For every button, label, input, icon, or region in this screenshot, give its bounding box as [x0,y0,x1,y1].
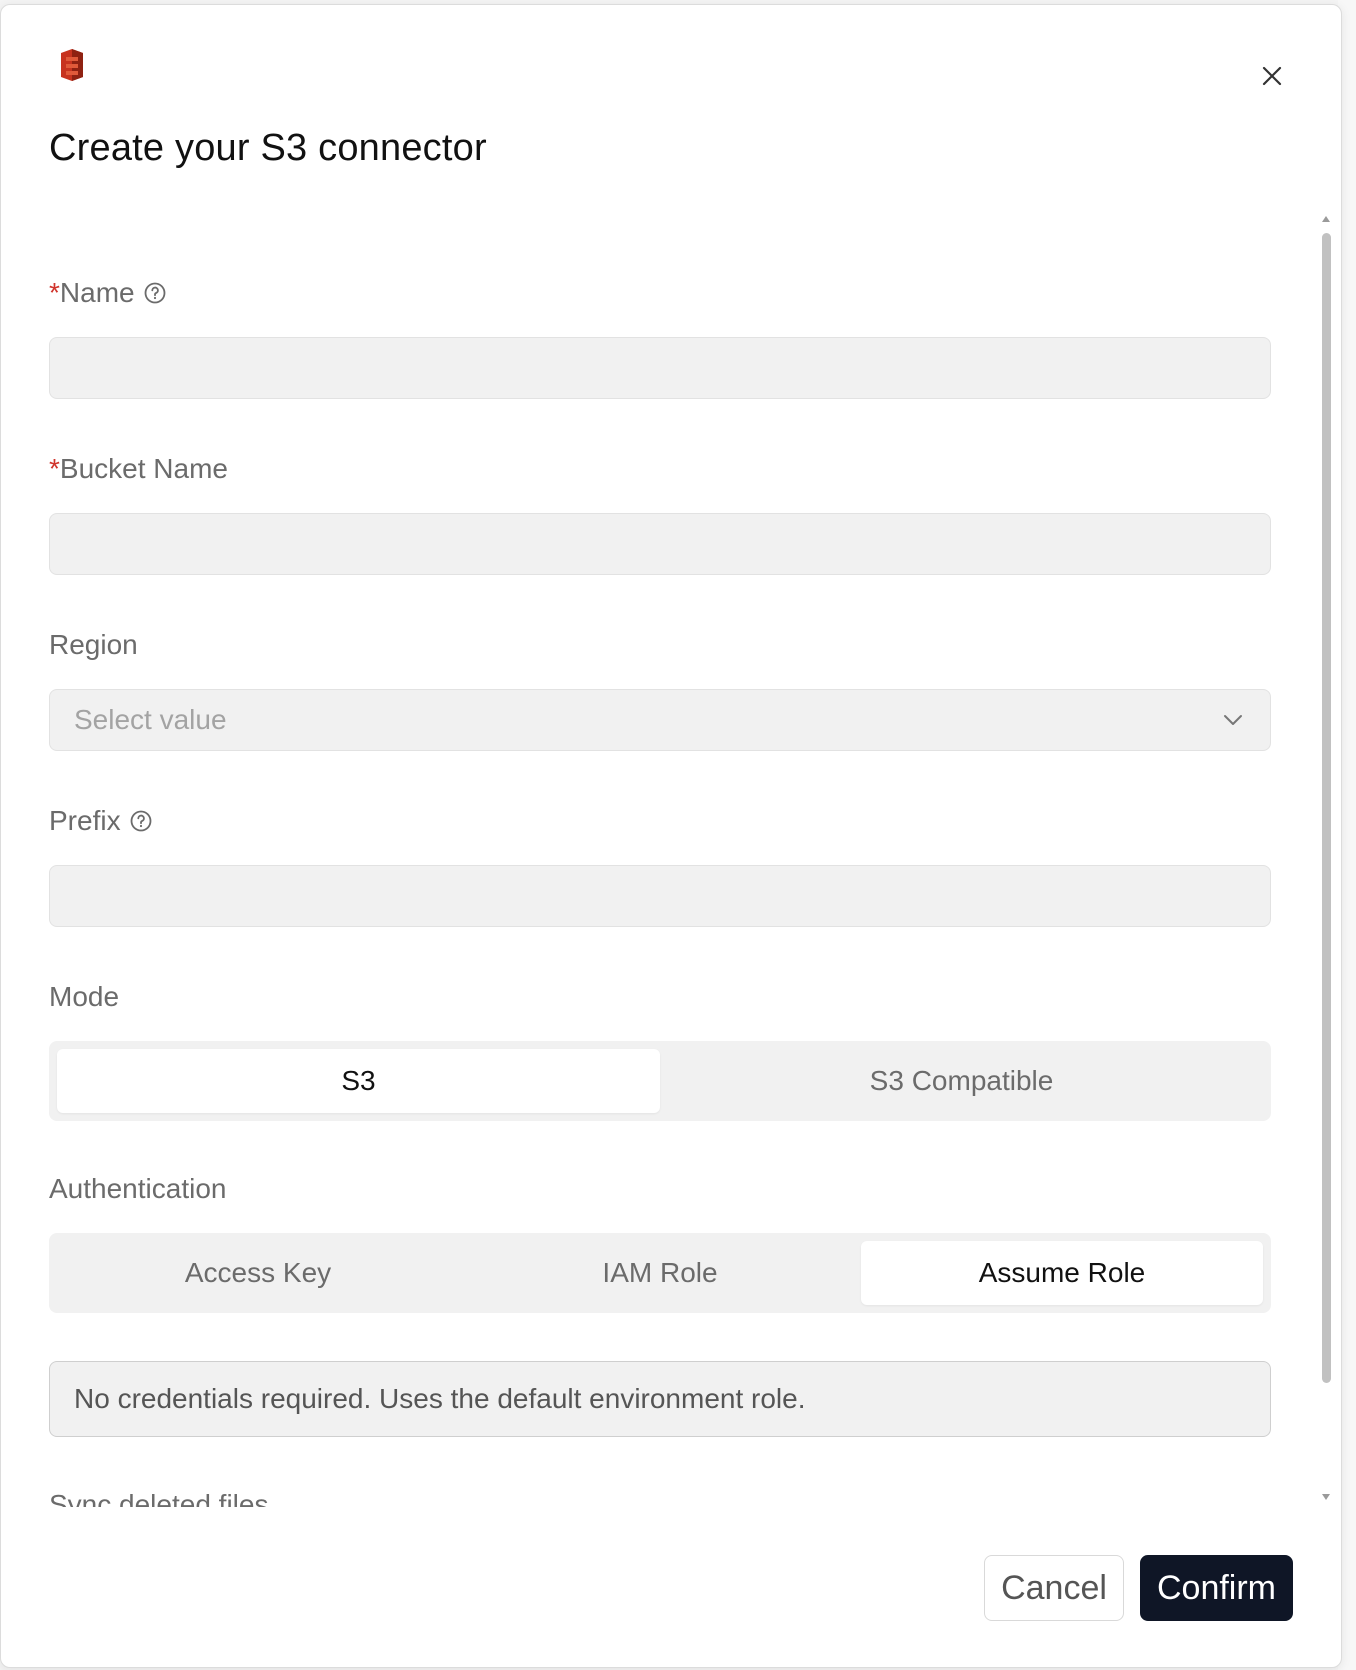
name-label: *Name [49,277,167,309]
chevron-down-icon [1224,715,1242,725]
prefix-label: Prefix [49,805,153,837]
cancel-button[interactable]: Cancel [984,1555,1124,1621]
region-select-placeholder: Select value [74,704,227,735]
scroll-down-arrow-icon[interactable] [1321,1493,1331,1501]
close-icon [1262,66,1282,86]
mode-label-text: Mode [49,981,120,1012]
auth-option-assume-role[interactable]: Assume Role [861,1241,1263,1305]
auth-option-access-key[interactable]: Access Key [57,1241,459,1305]
close-button[interactable] [1257,61,1287,91]
help-circle-icon[interactable] [143,281,167,305]
authentication-label: Authentication [49,1173,226,1205]
authentication-segmented-control: Access Key IAM Role Assume Role [49,1233,1271,1313]
region-label-text: Region [49,629,138,660]
mode-option-s3-compatible[interactable]: S3 Compatible [660,1049,1263,1113]
region-select[interactable]: Select value [49,689,1271,751]
required-mark: * [49,277,60,308]
form-scroll-area: *Name *Bucket Name Region Select value P… [1,205,1311,1507]
credentials-info-message: No credentials required. Uses the defaul… [49,1361,1271,1437]
prefix-label-text: Prefix [49,805,121,836]
required-mark: * [49,453,60,484]
form-scrollbar[interactable] [1319,209,1333,1509]
create-connector-dialog: Create your S3 connector *Name *Bucket N… [0,4,1342,1668]
bucket-name-label: *Bucket Name [49,453,228,485]
auth-option-iam-role[interactable]: IAM Role [459,1241,861,1305]
name-label-text: Name [59,277,135,308]
name-input[interactable] [49,337,1271,399]
bucket-name-label-text: Bucket Name [59,453,228,484]
help-circle-icon[interactable] [129,809,153,833]
confirm-button[interactable]: Confirm [1140,1555,1293,1621]
dialog-title: Create your S3 connector [49,127,487,169]
scroll-up-arrow-icon[interactable] [1321,215,1331,223]
sync-deleted-files-label: Sync deleted files [49,1489,269,1507]
scrollbar-thumb[interactable] [1322,233,1331,1383]
amazon-s3-logo [61,49,83,81]
mode-option-s3[interactable]: S3 [57,1049,660,1113]
mode-segmented-control: S3 S3 Compatible [49,1041,1271,1121]
mode-label: Mode [49,981,119,1013]
authentication-label-text: Authentication [49,1173,227,1204]
region-label: Region [49,629,138,661]
bucket-name-input[interactable] [49,513,1271,575]
prefix-input[interactable] [49,865,1271,927]
